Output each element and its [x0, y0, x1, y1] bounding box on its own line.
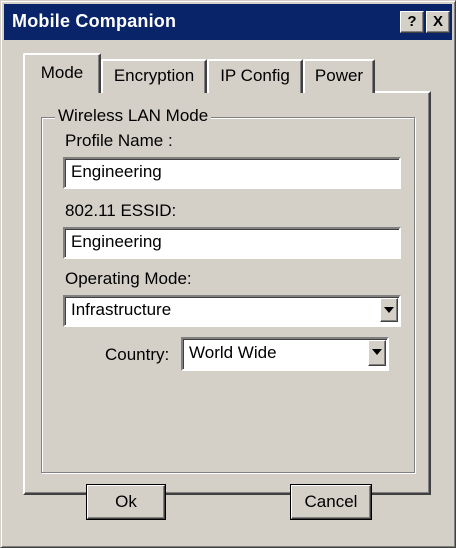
close-button[interactable]: X: [426, 11, 450, 33]
tab-power[interactable]: Power: [303, 59, 375, 93]
country-value: World Wide: [189, 343, 277, 362]
tab-mode[interactable]: Mode: [23, 53, 101, 93]
window-title: Mobile Companion: [12, 11, 177, 31]
operating-mode-select[interactable]: Infrastructure: [63, 295, 401, 327]
dialog-window: Mobile Companion ? X Mode Encryption IP …: [0, 0, 456, 548]
help-button[interactable]: ?: [400, 11, 424, 33]
group-title: Wireless LAN Mode: [55, 105, 212, 127]
essid-field[interactable]: Engineering: [63, 227, 401, 259]
operating-mode-value: Infrastructure: [71, 300, 172, 319]
tab-ip-config[interactable]: IP Config: [207, 59, 303, 93]
cancel-button[interactable]: Cancel: [290, 484, 372, 520]
title-bar[interactable]: Mobile Companion ? X: [4, 4, 452, 40]
profile-name-label: Profile Name :: [65, 131, 173, 150]
ok-button[interactable]: Ok: [86, 484, 166, 520]
essid-label: 802.11 ESSID:: [65, 201, 177, 220]
dropdown-arrow-icon[interactable]: [368, 340, 386, 366]
dropdown-arrow-icon[interactable]: [380, 298, 398, 322]
operating-mode-label: Operating Mode:: [65, 269, 192, 288]
profile-name-field[interactable]: Engineering: [63, 157, 401, 189]
tab-encryption[interactable]: Encryption: [101, 59, 207, 93]
country-select[interactable]: World Wide: [181, 337, 389, 371]
country-label: Country:: [105, 345, 170, 364]
